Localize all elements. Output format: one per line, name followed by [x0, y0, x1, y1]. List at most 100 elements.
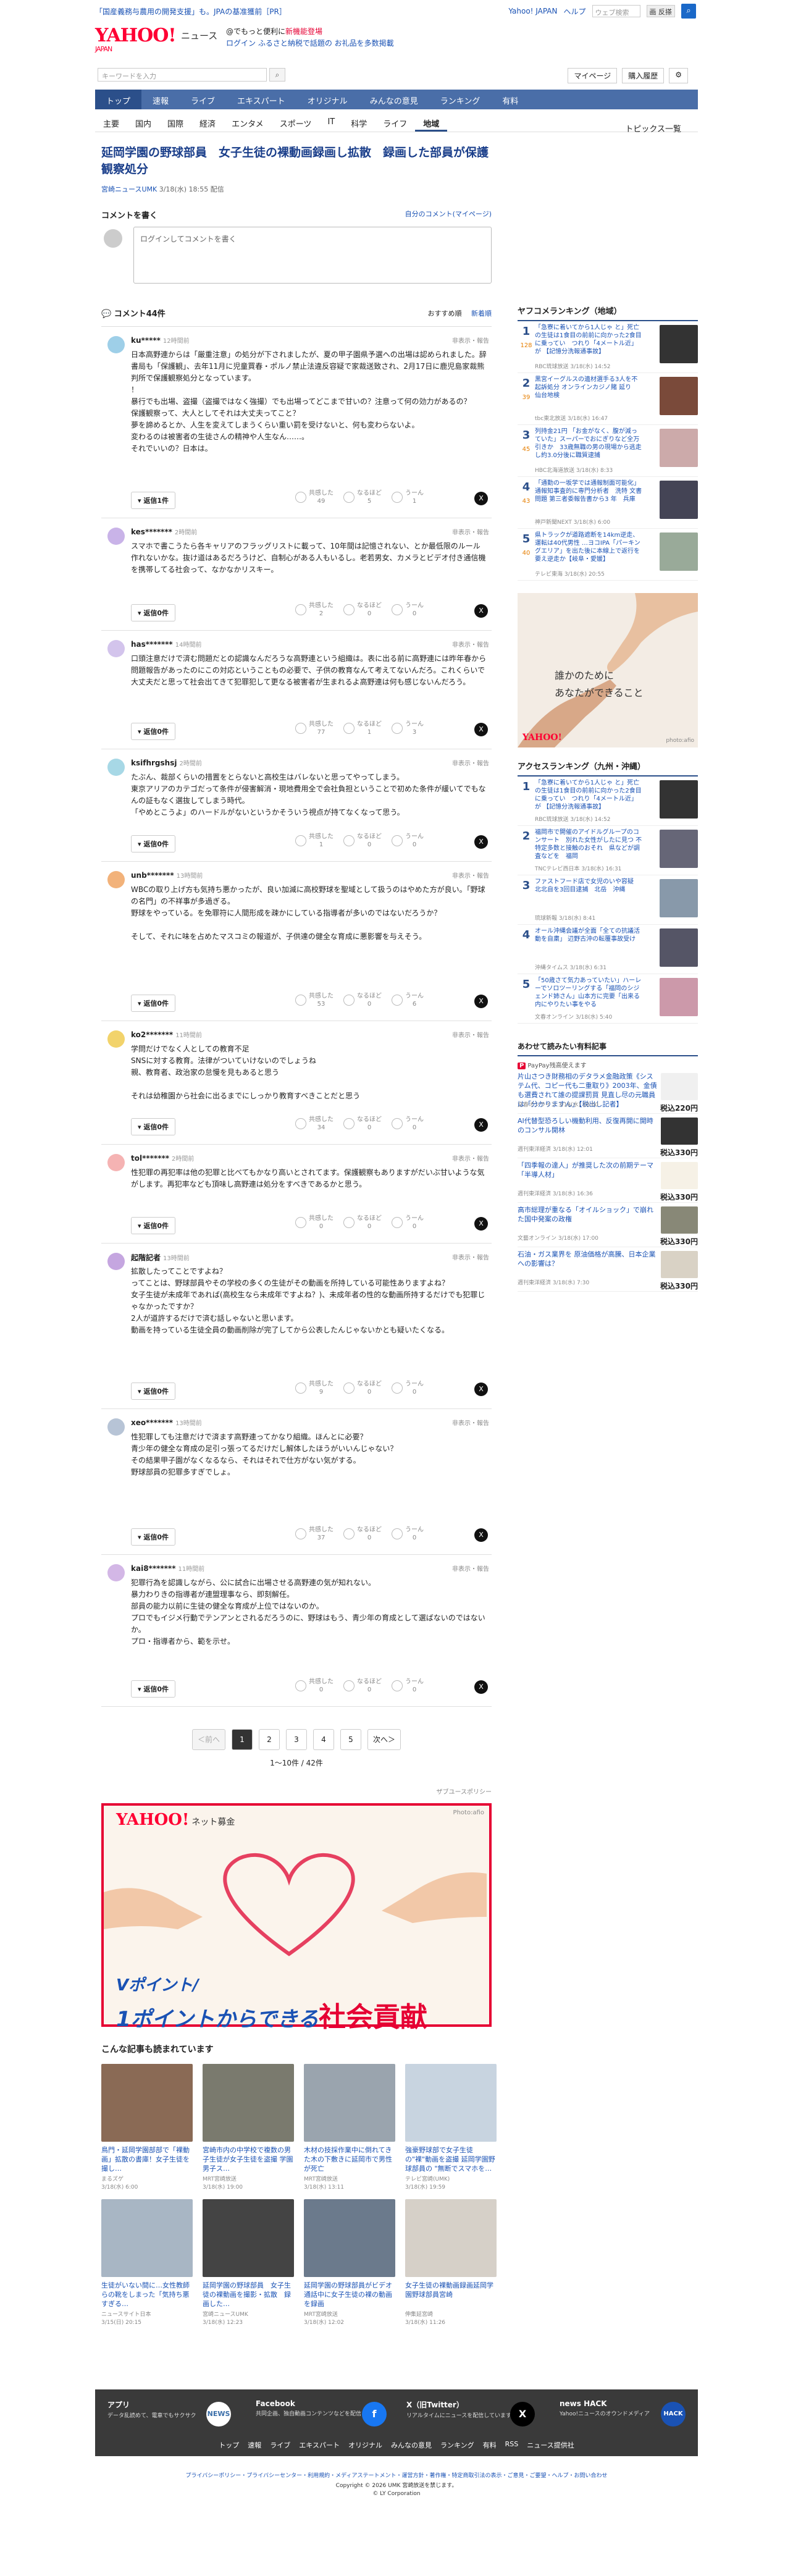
pr-text[interactable]: 「国産義務与農用の開発支援」も。JPAの基准獲前［PR］	[95, 6, 287, 17]
report-link[interactable]: 非表示・報告	[452, 870, 489, 880]
cat-world[interactable]: 国際	[159, 112, 191, 132]
footer-facebook[interactable]: Facebook 共同企画、独自動画コンテンツなどを配信	[256, 2399, 361, 2418]
x-share-icon[interactable]: X	[474, 1383, 488, 1396]
recommended-title[interactable]: 延岡学園の野球部員がビデオ通話中に女子生徒の裸の動画を録画	[304, 2281, 395, 2309]
x-share-icon[interactable]: X	[474, 604, 488, 618]
comment-author[interactable]: ksifhrgshsj 2時間前	[131, 758, 202, 767]
ranking-title[interactable]: ファストフード店で女児のいや容疑 北北自を3回目逮捕 北岳 沖縄	[535, 878, 642, 894]
x-share-icon[interactable]: X	[474, 492, 488, 505]
cat-it[interactable]: IT	[319, 112, 343, 132]
keyword-input[interactable]: キーワードを入力	[98, 68, 267, 82]
recommended-title[interactable]: 延岡学園の野球部員 女子生徒の裸動画を撮影・拡散 録画した…	[203, 2281, 294, 2309]
recommended-card[interactable]: 宮崎市内の中学校で複数の男子生徒が女子生徒を盗撮 学園男子ス… MRT宮崎放送 3/…	[203, 2064, 294, 2191]
reply-button[interactable]: ▾ 返信0件	[131, 723, 176, 740]
cat-life[interactable]: ライフ	[375, 112, 415, 132]
report-link[interactable]: 非表示・報告	[452, 758, 489, 767]
ranking-title[interactable]: 「急寮に着いてから1人じゃ と」死亡の生徒は1食目の前前に向かった2食目に乗って…	[535, 779, 642, 811]
recommended-card[interactable]: 木材の技採作業中に倒れてきた木の下敷きに延岡市で男性が死亡 MRT宮崎放送 3/18…	[304, 2064, 395, 2191]
yahoo-logo[interactable]: YAHOO! JAPAN	[95, 25, 177, 53]
paid-article-title[interactable]: 石油・ガス業界を 原油価格が高騰、日本企業への影響は？	[518, 1250, 657, 1268]
x-share-icon[interactable]: X	[474, 1217, 488, 1231]
ranking-item[interactable]: 3 45 列持金21円 「お金がなく、腹が減っていた」スーパーでおにぎりなど全万引き…	[518, 426, 698, 477]
empathy-button[interactable]: 共感した 1	[295, 833, 334, 849]
hmm-button[interactable]: うーん 1	[392, 489, 424, 505]
reply-button[interactable]: ▾ 返信0件	[131, 1680, 176, 1698]
page-1-button[interactable]: 1	[232, 1729, 253, 1750]
footer-app[interactable]: アプリ データ乱読めて、電車でもサクサク	[107, 2399, 196, 2420]
new-feature-link[interactable]: 新機能登場	[285, 27, 322, 36]
gnav-top[interactable]: トップ	[95, 90, 142, 109]
hmm-button[interactable]: うーん 0	[392, 1214, 424, 1231]
app-icon[interactable]: NEWS	[206, 2402, 231, 2427]
recommended-title[interactable]: 生徒がいない間に…女性教師らの靴をしまった「気持ち悪すぎる…	[101, 2281, 193, 2309]
report-link[interactable]: 非表示・報告	[452, 1418, 489, 1427]
gnav-live[interactable]: ライブ	[180, 90, 226, 109]
gnav-paid[interactable]: 有料	[491, 90, 529, 109]
x-share-icon[interactable]: X	[474, 1680, 488, 1694]
ranking-item[interactable]: 1 128 「急寮に着いてから1人じゃ と」死亡の生徒は1食目の前前に向かった2食目…	[518, 322, 698, 373]
ranking-title[interactable]: 黒宮イーグルスの遺材選手る3人を不起訴処分 オンラインカジノ賭 延り 仙台地検	[535, 376, 642, 400]
recommended-title[interactable]: 強豪野球部で女子生徒の"裸"動画を盗撮 延岡学園野球部員の "無断でスマホを…	[405, 2145, 497, 2173]
cat-main[interactable]: 主要	[95, 112, 127, 132]
page-4-button[interactable]: 4	[313, 1729, 334, 1750]
footer-nav-item[interactable]: トップ	[219, 2440, 239, 2455]
understand-button[interactable]: なるほど 0	[343, 602, 382, 618]
recommended-title[interactable]: 女子生徒の裸動画録画延岡学園野球部員宮崎	[405, 2281, 497, 2309]
link-help[interactable]: ヘルプ	[563, 6, 585, 17]
understand-button[interactable]: なるほど 5	[343, 489, 382, 505]
ranking-title[interactable]: 「通勤の一坂学では通報制面可能化」通報知事査的に専門分析者 洗特 文書問題 第三…	[535, 479, 642, 503]
empathy-button[interactable]: 共感した 0	[295, 1214, 334, 1231]
reply-button[interactable]: ▾ 返信0件	[131, 1217, 176, 1234]
footer-nav-item[interactable]: 有料	[483, 2440, 497, 2455]
cat-local[interactable]: 地域	[415, 112, 448, 132]
footer-x[interactable]: X（旧Twitter） リアルタイムにニュースを配信しています	[406, 2399, 511, 2420]
x-share-icon[interactable]: X	[474, 835, 488, 849]
hmm-button[interactable]: うーん 0	[392, 1380, 424, 1396]
access-ranking-item[interactable]: 2 福岡市で開催のアイドルグループのコンサート 別れた女性がしたに見つ 不特定多数…	[518, 827, 698, 875]
facebook-icon[interactable]: f	[362, 2402, 387, 2427]
paid-article-item[interactable]: 石油・ガス業界を 原油価格が高騰、日本企業への影響は？ 週刊東洋経済 3/18(水…	[518, 1247, 698, 1292]
gnav-flash[interactable]: 速報	[141, 90, 180, 109]
report-link[interactable]: 非表示・報告	[452, 639, 489, 649]
understand-button[interactable]: なるほど 1	[343, 720, 382, 736]
recommended-card[interactable]: 延岡学園の野球部員 女子生徒の裸動画を撮影・拡散 録画した… 宮崎ニュースUMK 3…	[203, 2199, 294, 2326]
understand-button[interactable]: なるほど 0	[343, 1116, 382, 1132]
report-link[interactable]: 非表示・報告	[452, 1252, 489, 1261]
hmm-button[interactable]: うーん 6	[392, 992, 424, 1008]
empathy-button[interactable]: 共感した 49	[295, 489, 334, 505]
empathy-button[interactable]: 共感した 53	[295, 992, 334, 1008]
topics-list-link[interactable]: トピックス一覧	[617, 117, 689, 139]
footer-nav-item[interactable]: ニュース提供社	[527, 2440, 574, 2455]
x-share-icon[interactable]: X	[474, 723, 488, 736]
login-link[interactable]: ログイン	[226, 39, 256, 48]
report-link[interactable]: 非表示・報告	[452, 527, 489, 536]
link-yahoo-japan[interactable]: Yahoo! JAPAN	[508, 7, 557, 15]
ranking-title[interactable]: 福岡市で開催のアイドルグループのコンサート 別れた女性がしたに見つ 不特定多数と…	[535, 828, 642, 861]
gear-icon[interactable]: ⚙	[669, 68, 688, 83]
hmm-button[interactable]: うーん 0	[392, 833, 424, 849]
gnav-opinion[interactable]: みんなの意見	[359, 90, 429, 109]
ranking-item[interactable]: 5 40 県トラックが道路遮断を14km逆走、運転は40代男性 …ヨコIPA「パーキ…	[518, 530, 698, 581]
cat-sports[interactable]: スポーツ	[272, 112, 320, 132]
keyword-search-icon[interactable]: ⌕	[269, 68, 285, 82]
cat-economy[interactable]: 経済	[191, 112, 224, 132]
comment-author[interactable]: kes******* 2時間前	[131, 527, 197, 536]
recommended-title[interactable]: 木材の技採作業中に倒れてきた木の下敷きに延岡市で男性が死亡	[304, 2145, 395, 2173]
ranking-title[interactable]: 列持金21円 「お金がなく、腹が減っていた」スーパーでおにぎりなど全万引きか 3…	[535, 427, 642, 460]
paid-article-title[interactable]: AI代替型恐ろしい機動利用、反復再開に開時のコンサル開林	[518, 1116, 657, 1135]
access-ranking-item[interactable]: 5 「50歳さて気力あっていたい」ハーレーでソロツーリングする「福岡のシジェンド姉…	[518, 975, 698, 1024]
comment-author[interactable]: ku***** 12時間前	[131, 335, 190, 345]
recommended-card[interactable]: 鳥門・延岡学園部部で「裸動画」拡散の書庫！女子生徒を撮し… まるズゲ 3/18(水)…	[101, 2064, 193, 2191]
footer-nav-item[interactable]: エキスパート	[299, 2440, 340, 2455]
recommended-title[interactable]: 鳥門・延岡学園部部で「裸動画」拡散の書庫！女子生徒を撮し…	[101, 2145, 193, 2173]
x-share-icon[interactable]: X	[474, 1528, 488, 1542]
empathy-button[interactable]: 共感した 2	[295, 602, 334, 618]
donation-ad-banner[interactable]: YAHOO! ネット募金 Photo:afio Vポイント/ 1ポイントからできる…	[101, 1803, 492, 2033]
paid-article-item[interactable]: 「四季報の達人」が推奨した次の前期テーマ「半導人材」 週刊東洋経済 3/18(水)…	[518, 1158, 698, 1203]
page-5-button[interactable]: 5	[340, 1729, 361, 1750]
footer-nav-item[interactable]: RSS	[505, 2440, 519, 2455]
paid-article-item[interactable]: 高市総理が重なる「オイルショック」で崩れた国中発案の政権 文藝オンライン 3/18…	[518, 1203, 698, 1247]
reply-button[interactable]: ▾ 返信0件	[131, 604, 176, 621]
article-title[interactable]: 延岡学園の野球部員 女子生徒の裸動画録画し拡散 録画した部員が保護観察処分	[95, 138, 498, 178]
understand-button[interactable]: なるほど 0	[343, 1526, 382, 1542]
